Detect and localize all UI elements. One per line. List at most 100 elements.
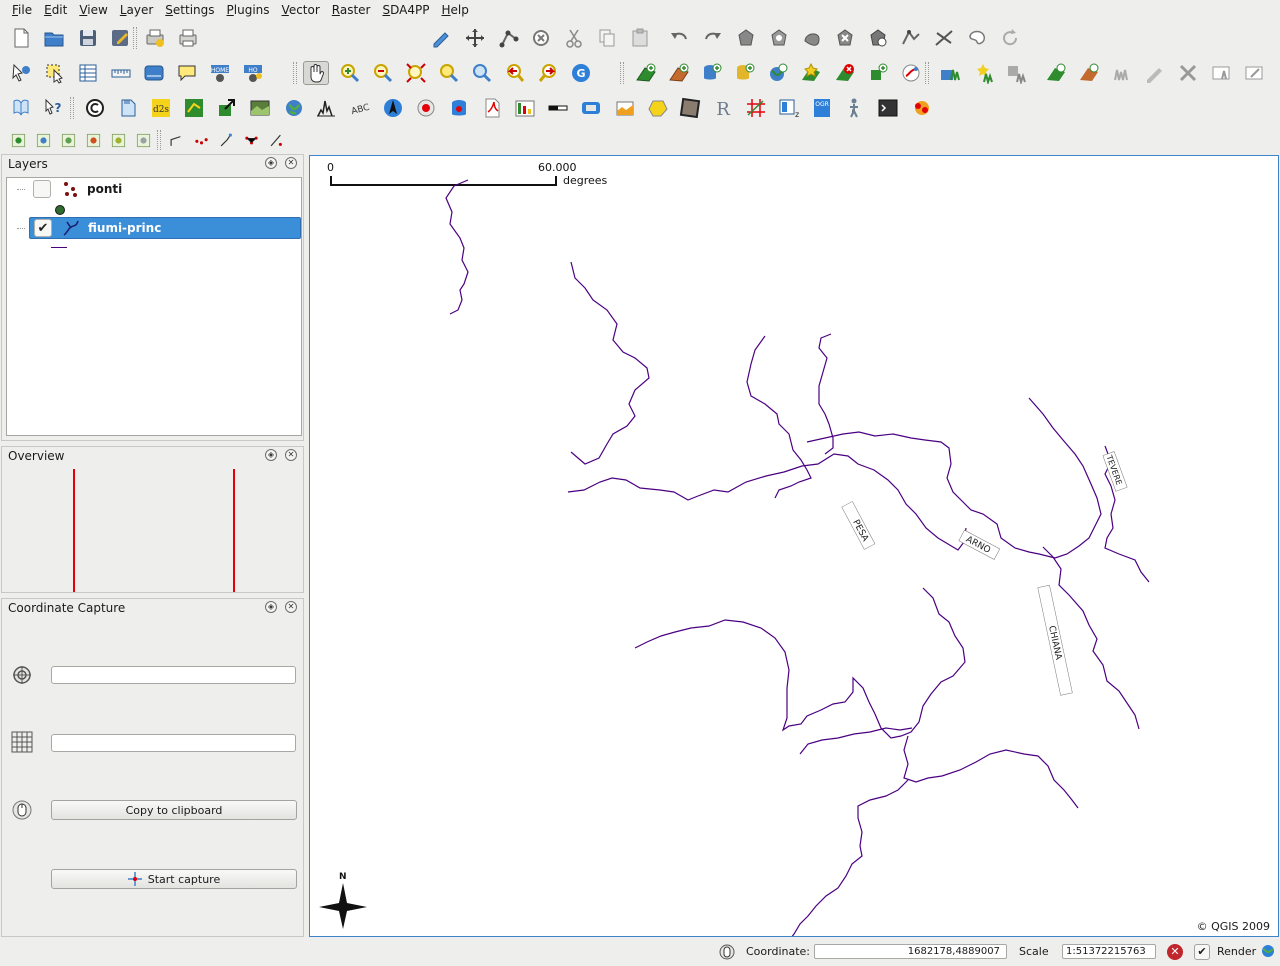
db-add-4-button[interactable] — [83, 130, 103, 150]
add-vector-layer-button[interactable] — [633, 61, 659, 85]
gps-device-button[interactable] — [578, 96, 604, 120]
add-ring-button[interactable] — [733, 26, 759, 50]
plugin-installer-button[interactable] — [909, 96, 935, 120]
close-panel-button[interactable]: ✕ — [285, 157, 297, 169]
scale-field[interactable]: 1:51372215763 — [1062, 944, 1156, 959]
add-postgis-layer-button[interactable] — [699, 61, 725, 85]
identify-features-button[interactable] — [8, 61, 34, 85]
menu-plugins[interactable]: Plugins — [221, 0, 276, 20]
overview-map[interactable] — [6, 469, 302, 592]
float-panel-button[interactable]: ◈ — [265, 449, 277, 461]
move-feature-button[interactable] — [462, 26, 488, 50]
toolbar-grip[interactable] — [133, 27, 137, 49]
add-spatialite-layer-button[interactable] — [732, 61, 758, 85]
zoom-full-button[interactable] — [403, 61, 429, 85]
digitize-4-button[interactable] — [241, 130, 261, 150]
add-part-button[interactable] — [766, 26, 792, 50]
pdf-export-button[interactable] — [479, 96, 505, 120]
grass-add-raster-button[interactable] — [1076, 61, 1102, 85]
python-console-button[interactable] — [875, 96, 901, 120]
zoom-out-button[interactable] — [370, 61, 396, 85]
coordinate-display[interactable]: 1682178,4889007 — [814, 944, 1007, 959]
toolbar-grip[interactable] — [620, 62, 624, 84]
layer-item-fiumi-princ[interactable]: ✔ fiumi-princ — [29, 217, 301, 239]
pan-map-button[interactable] — [303, 61, 329, 85]
grass-display-region-button[interactable] — [1208, 61, 1234, 85]
plugin-grass-new-button[interactable] — [970, 61, 996, 85]
toolbar-grip[interactable] — [157, 130, 161, 150]
remove-layer-button[interactable] — [832, 61, 858, 85]
toolbar-grip[interactable] — [925, 62, 929, 84]
map-tips-button[interactable] — [174, 61, 200, 85]
digitize-1-button[interactable] — [166, 130, 186, 150]
grass-add-vector-button[interactable] — [1043, 61, 1069, 85]
frame-tool-button[interactable] — [677, 96, 703, 120]
menu-raster[interactable]: Raster — [326, 0, 377, 20]
digitize-5-button[interactable] — [266, 130, 286, 150]
db-add-6-button[interactable] — [133, 130, 153, 150]
toolbar-grip[interactable] — [70, 97, 74, 119]
new-shapefile-button[interactable] — [798, 61, 824, 85]
zoom-to-layer-button[interactable] — [469, 61, 495, 85]
render-checkbox[interactable]: ✔ — [1194, 944, 1210, 960]
user-crs-coordinate-field[interactable] — [51, 734, 296, 752]
ogr-converter-button[interactable] — [413, 96, 439, 120]
save-project-button[interactable] — [75, 26, 101, 50]
open-attribute-table-button[interactable] — [75, 61, 101, 85]
db-add-1-button[interactable] — [8, 130, 28, 150]
help-contents-button[interactable] — [8, 96, 34, 120]
node-tool-button[interactable] — [496, 26, 522, 50]
d2s-plugin-button[interactable]: d2s — [148, 96, 174, 120]
zoom-to-selection-button[interactable] — [436, 61, 462, 85]
menu-layer[interactable]: Layer — [114, 0, 159, 20]
save-as-image-button[interactable] — [115, 96, 141, 120]
close-panel-button[interactable]: ✕ — [285, 601, 297, 613]
copy-to-clipboard-button[interactable]: Copy to clipboard — [51, 800, 297, 820]
histogram-button[interactable] — [313, 96, 339, 120]
menu-file[interactable]: File — [6, 0, 38, 20]
layer-visibility-checkbox[interactable]: ✔ — [34, 219, 52, 237]
home-bookmark-button[interactable]: HOME — [207, 61, 233, 85]
layer-visibility-checkbox[interactable] — [33, 180, 51, 198]
grass-tools-button[interactable] — [1109, 61, 1135, 85]
print-composer-button[interactable] — [142, 26, 168, 50]
whats-this-button[interactable]: ? — [41, 96, 67, 120]
menu-settings[interactable]: Settings — [159, 0, 220, 20]
georeferencer-button[interactable] — [612, 96, 638, 120]
ogr-layer-button[interactable]: OGR — [809, 96, 835, 120]
scale-bar-button[interactable] — [545, 96, 571, 120]
merge-features-button[interactable] — [964, 26, 990, 50]
redo-button[interactable] — [700, 26, 726, 50]
digitize-3-button[interactable] — [216, 130, 236, 150]
start-capture-button[interactable]: Start capture — [51, 869, 297, 889]
delete-part-button[interactable] — [865, 26, 891, 50]
rotate-point-symbols-button[interactable] — [997, 26, 1023, 50]
polygon-tool-button[interactable] — [645, 96, 671, 120]
toggle-editing-button[interactable] — [428, 26, 454, 50]
layout-plugin-button[interactable]: z — [776, 96, 802, 120]
menu-view[interactable]: View — [73, 0, 113, 20]
select-features-button[interactable] — [42, 61, 68, 85]
grass-edit-button[interactable] — [1142, 61, 1168, 85]
cut-features-button[interactable] — [561, 26, 587, 50]
split-features-button[interactable] — [931, 26, 957, 50]
print-button[interactable] — [175, 26, 201, 50]
labeling-button[interactable]: ABC — [347, 96, 373, 120]
float-panel-button[interactable]: ◈ — [265, 157, 277, 169]
add-wms-layer-button[interactable] — [765, 61, 791, 85]
map-canvas[interactable]: 0 60.000 degrees PESA ARNO CHIANA TEVERE… — [309, 155, 1279, 937]
open-project-button[interactable] — [41, 26, 67, 50]
refresh-button[interactable]: G — [568, 61, 594, 85]
paste-features-button[interactable] — [627, 26, 653, 50]
menu-help[interactable]: Help — [435, 0, 474, 20]
measure-area-button[interactable] — [141, 61, 167, 85]
undo-button[interactable] — [666, 26, 692, 50]
python-console-tool-button[interactable] — [842, 96, 868, 120]
menu-edit[interactable]: Edit — [38, 0, 73, 20]
web-globe-button[interactable] — [281, 96, 307, 120]
toolbar-grip[interactable] — [293, 62, 297, 84]
db-add-5-button[interactable] — [108, 130, 128, 150]
db-add-3-button[interactable] — [58, 130, 78, 150]
save-as-button[interactable] — [107, 26, 133, 50]
db-add-2-button[interactable] — [33, 130, 53, 150]
